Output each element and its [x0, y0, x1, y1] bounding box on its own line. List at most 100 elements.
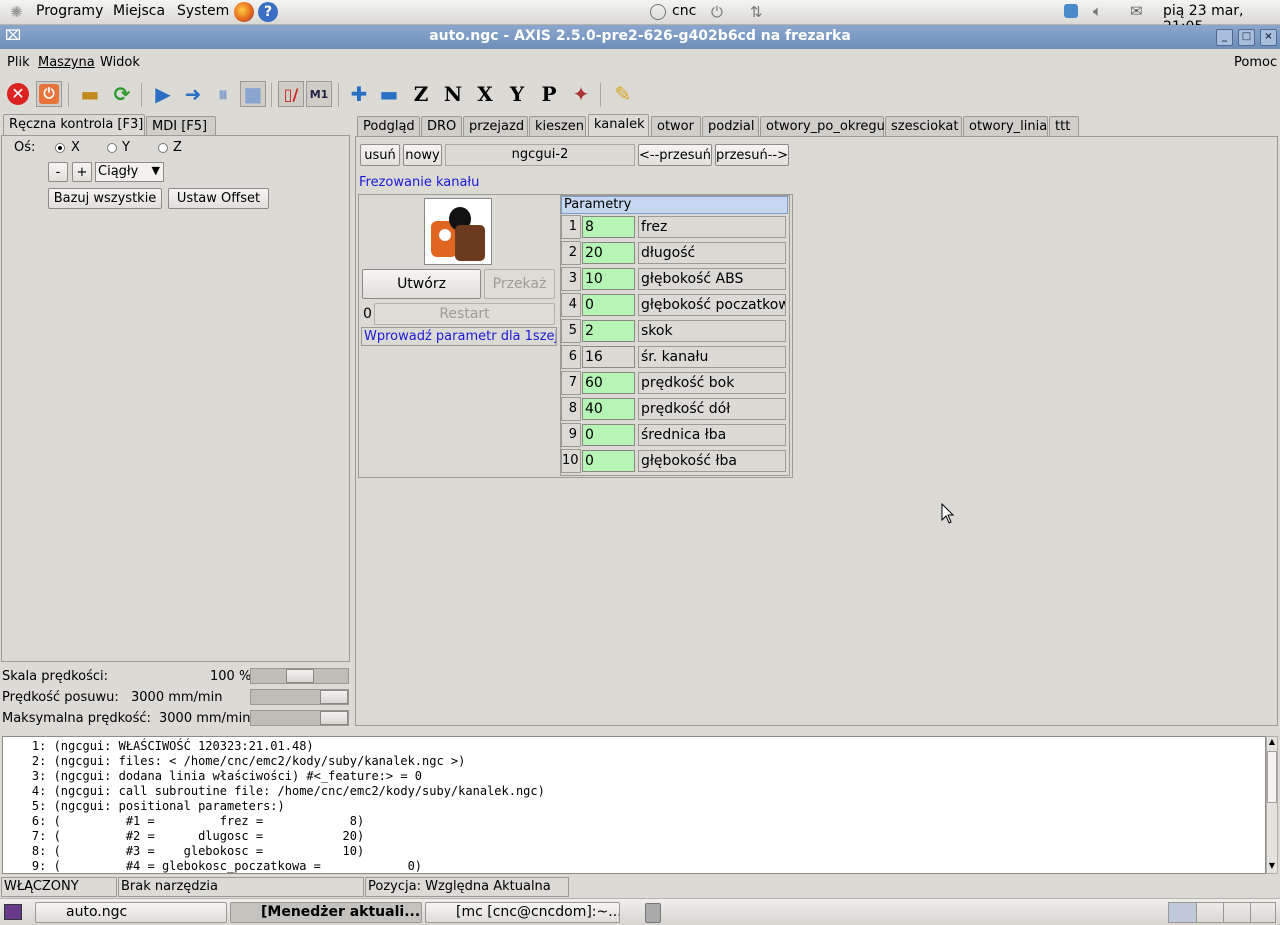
- tab-mdi[interactable]: MDI [F5]: [146, 116, 216, 136]
- menu-pomoc[interactable]: Pomoc: [1234, 55, 1277, 70]
- view-z-icon[interactable]: Z: [408, 81, 434, 107]
- restart-button[interactable]: Restart: [374, 303, 555, 325]
- workspace-switcher[interactable]: [1168, 902, 1276, 923]
- user-switch-icon[interactable]: [650, 4, 666, 20]
- step-icon[interactable]: ➜: [180, 81, 206, 107]
- view-z2-icon[interactable]: N: [440, 81, 466, 107]
- volume-icon[interactable]: 🔈︎: [1093, 2, 1102, 20]
- view-x-icon[interactable]: X: [472, 81, 498, 107]
- create-button[interactable]: Utwórz: [362, 269, 481, 299]
- run-icon[interactable]: ▶: [150, 81, 176, 107]
- pause-icon[interactable]: ⏸: [210, 81, 236, 107]
- optional-stop-icon[interactable]: M1: [306, 81, 332, 107]
- zoom-in-icon[interactable]: ✚: [346, 81, 372, 107]
- workspace-3[interactable]: [1223, 903, 1251, 922]
- param-value-input[interactable]: 60: [582, 372, 635, 394]
- log-scrollbar-thumb[interactable]: [1267, 751, 1277, 803]
- maximize-button[interactable]: □: [1238, 29, 1255, 46]
- window-titlebar[interactable]: ⌧ auto.ngc - AXIS 2.5.0-pre2-626-g402b6c…: [0, 25, 1280, 49]
- menu-maszyna[interactable]: Maszyna: [38, 55, 95, 70]
- axis-y-radio[interactable]: [107, 143, 117, 153]
- tab-podzial[interactable]: podzial: [702, 116, 759, 136]
- menu-programy[interactable]: Programy: [36, 3, 103, 19]
- set-offset-button[interactable]: Ustaw Offset: [168, 188, 269, 209]
- estop-icon[interactable]: ✕: [5, 81, 31, 107]
- network-tray-icon[interactable]: [1064, 4, 1078, 18]
- tab-dro[interactable]: DRO: [421, 116, 462, 136]
- tab-przejazd[interactable]: przejazd: [463, 116, 528, 136]
- log-scrollbar[interactable]: ▲ ▼: [1266, 736, 1278, 874]
- param-value-input[interactable]: 20: [582, 242, 635, 264]
- param-value-input[interactable]: 40: [582, 398, 635, 420]
- tab-kieszen[interactable]: kieszen: [529, 116, 586, 136]
- help-icon[interactable]: ?: [258, 2, 278, 22]
- gnome-foot-icon[interactable]: ✺: [10, 3, 23, 21]
- tab-otwory-linia[interactable]: otwory_linia: [963, 116, 1048, 136]
- power-icon[interactable]: ⏻: [711, 3, 723, 21]
- view-p-icon[interactable]: P: [536, 81, 562, 107]
- new-page-button[interactable]: nowy: [403, 144, 442, 166]
- jog-plus-button[interactable]: +: [72, 162, 92, 182]
- minimize-button[interactable]: _: [1216, 29, 1233, 46]
- feed-scale-slider[interactable]: [250, 668, 349, 684]
- tab-szesciokat[interactable]: szesciokat: [885, 116, 962, 136]
- move-right-button[interactable]: przesuń-->: [715, 144, 789, 166]
- tab-podglad[interactable]: Podgląd: [357, 116, 420, 136]
- jog-speed-slider[interactable]: [250, 689, 349, 705]
- machine-power-icon[interactable]: ⏻: [36, 81, 62, 107]
- view-y-icon[interactable]: Y: [504, 81, 530, 107]
- axis-y-label[interactable]: Y: [122, 140, 130, 155]
- max-speed-thumb[interactable]: [320, 711, 348, 725]
- reload-icon[interactable]: ⟳: [109, 81, 135, 107]
- block-delete-icon[interactable]: ▯/: [278, 81, 304, 107]
- gcode-listing[interactable]: 1: (ngcgui: WŁAŚCIWOŚĆ 120323:21.01.48) …: [2, 736, 1266, 874]
- home-all-button[interactable]: Bazuj wszystkie: [48, 188, 162, 209]
- param-value-input[interactable]: 16: [582, 346, 635, 368]
- param-value-input[interactable]: 10: [582, 268, 635, 290]
- task-update-manager[interactable]: [Menedżer aktuali...: [230, 902, 422, 923]
- param-value-input[interactable]: 8: [582, 216, 635, 238]
- menu-system[interactable]: System: [177, 3, 229, 19]
- user-name[interactable]: cnc: [672, 3, 696, 19]
- workspace-1[interactable]: [1169, 903, 1196, 922]
- tab-manual-control[interactable]: Ręczna kontrola [F3]: [3, 114, 145, 136]
- firefox-icon[interactable]: [234, 2, 254, 22]
- zoom-out-icon[interactable]: ▬: [376, 81, 402, 107]
- param-value-input[interactable]: 0: [582, 424, 635, 446]
- param-value-input[interactable]: 0: [582, 294, 635, 316]
- remove-page-button[interactable]: usuń: [360, 144, 400, 166]
- jog-minus-button[interactable]: -: [48, 162, 68, 182]
- show-desktop-icon[interactable]: [4, 904, 22, 920]
- close-window-button[interactable]: ×: [1260, 29, 1277, 46]
- param-value-input[interactable]: 0: [582, 450, 635, 472]
- menu-widok[interactable]: Widok: [100, 55, 140, 70]
- task-terminal[interactable]: [mc [cnc@cncdom]:~...: [425, 902, 620, 923]
- task-auto-ngc[interactable]: auto.ngc: [35, 902, 227, 923]
- mail-icon[interactable]: ✉: [1130, 2, 1143, 20]
- move-left-button[interactable]: <--przesuń: [638, 144, 712, 166]
- axis-x-label[interactable]: X: [71, 140, 80, 155]
- open-folder-icon[interactable]: ▬: [77, 81, 103, 107]
- tab-otwor[interactable]: otwor: [651, 116, 701, 136]
- axis-x-radio[interactable]: [55, 143, 65, 153]
- menu-plik[interactable]: Plik: [7, 55, 30, 70]
- axis-z-radio[interactable]: [158, 143, 168, 153]
- network-updown-icon[interactable]: ⇅: [750, 3, 763, 21]
- menu-miejsca[interactable]: Miejsca: [113, 3, 165, 19]
- feed-scale-thumb[interactable]: [286, 669, 314, 683]
- tab-kanalek[interactable]: kanalek: [588, 114, 649, 136]
- param-value-input[interactable]: 2: [582, 320, 635, 342]
- jog-mode-select[interactable]: Ciągły ▼: [95, 162, 164, 182]
- scroll-down-icon[interactable]: ▼: [1267, 861, 1277, 873]
- jog-speed-thumb[interactable]: [320, 690, 348, 704]
- max-speed-slider[interactable]: [250, 710, 349, 726]
- tab-otwory-po-okregu[interactable]: otwory_po_okregu: [760, 116, 885, 136]
- workspace-4[interactable]: [1250, 903, 1277, 922]
- workspace-2[interactable]: [1196, 903, 1224, 922]
- tab-ttt[interactable]: ttt: [1049, 116, 1079, 136]
- clear-plot-icon[interactable]: ✎: [610, 81, 636, 107]
- send-button[interactable]: Przekaż: [484, 269, 555, 299]
- axis-z-label[interactable]: Z: [173, 140, 182, 155]
- rotate-view-icon[interactable]: ✦: [568, 81, 594, 107]
- scroll-up-icon[interactable]: ▲: [1267, 737, 1277, 749]
